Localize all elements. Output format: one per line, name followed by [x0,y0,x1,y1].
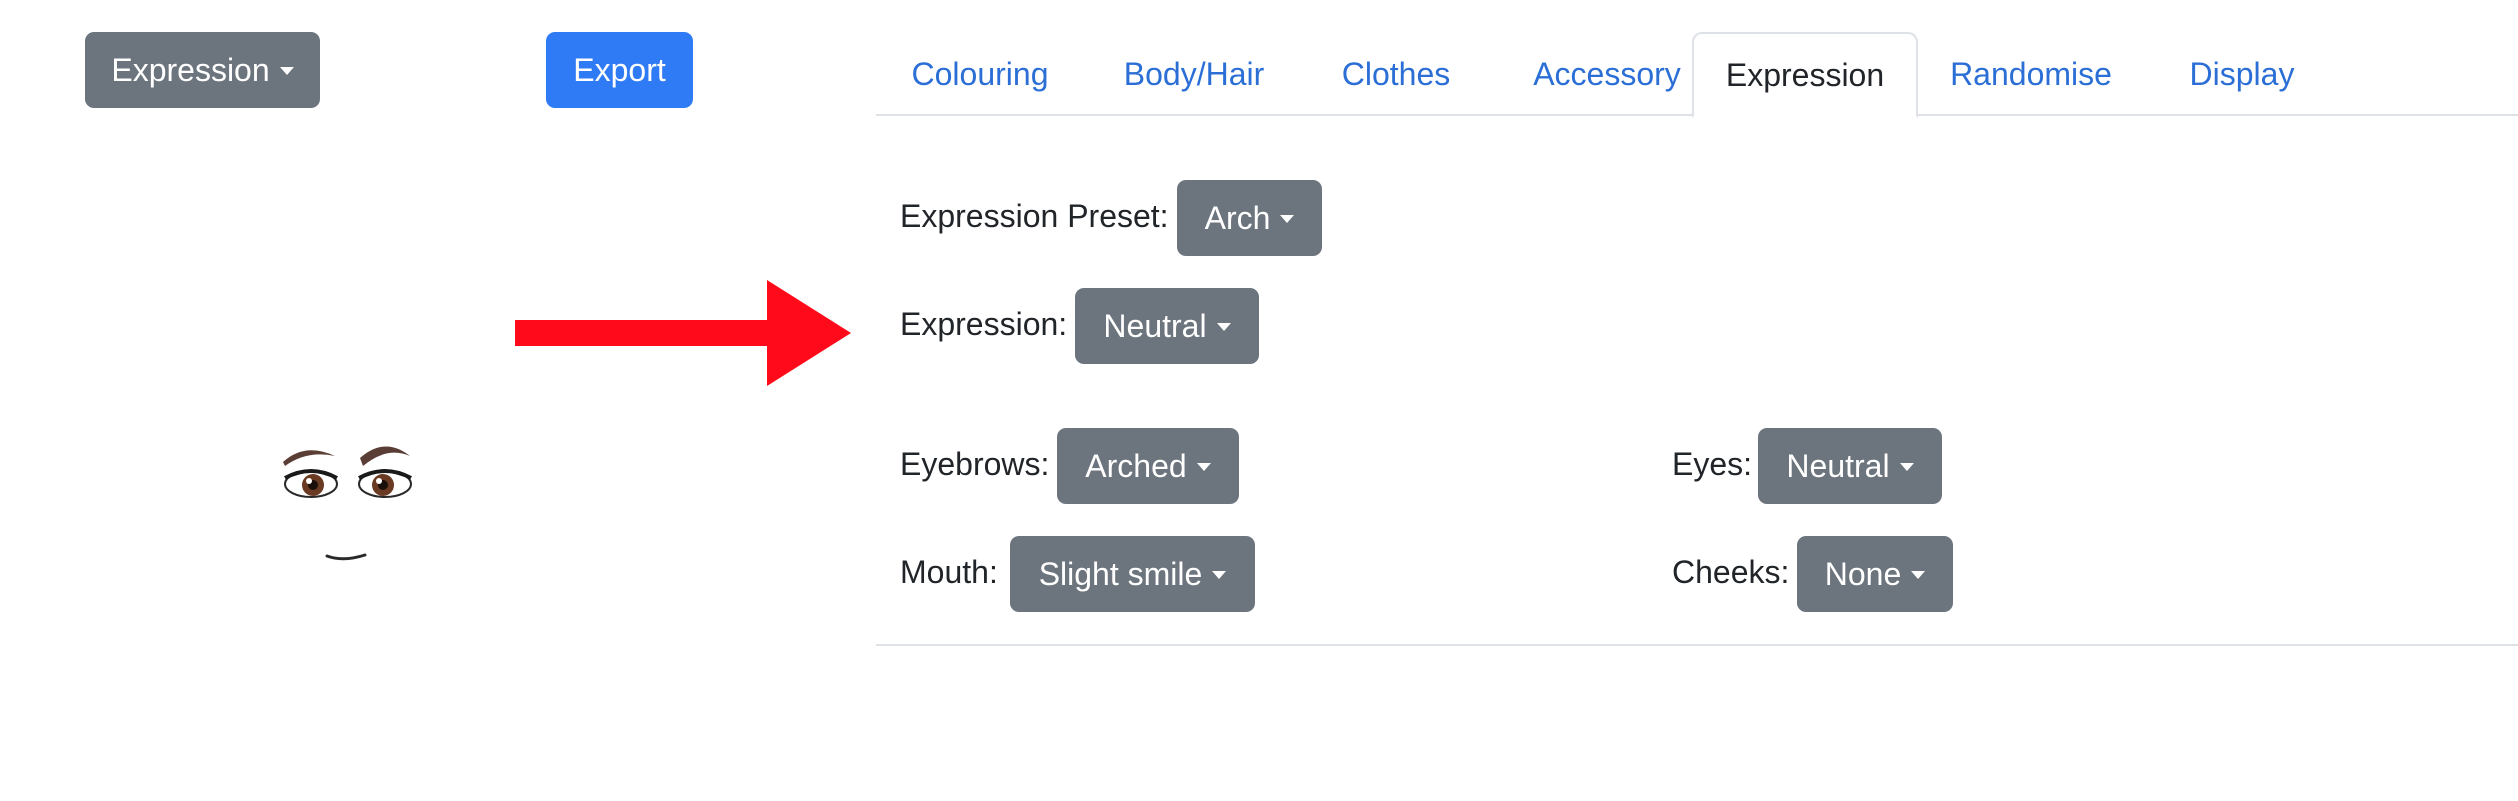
mouth [325,553,367,561]
tab-body-hair[interactable]: Body/Hair [1090,32,1298,116]
tab-display[interactable]: Display [2144,32,2340,116]
caret-down-icon [1899,463,1914,471]
editor-tabs: Colouring Body/Hair Clothes Accessory Ex… [876,32,2518,118]
view-dropdown-button[interactable]: Expression [85,32,320,108]
eyebrows-value: Arched [1085,447,1187,484]
tab-expression[interactable]: Expression [1692,32,1918,118]
eyes-label: Eyes: [1672,446,1753,482]
eyes-value: Neutral [1786,447,1890,484]
cheeks-value: None [1824,555,1902,592]
expression-preset-label: Expression Preset: [900,198,1169,234]
tab-label: Expression [1725,56,1885,93]
tab-randomise[interactable]: Randomise [1918,32,2144,116]
export-label: Export [573,51,666,88]
cheeks-label: Cheeks: [1672,554,1790,590]
avatar-editor-page: Expression Export Colouring Body/Hair Cl… [0,0,2518,801]
export-button[interactable]: Export [546,32,693,108]
expression-preset-value: Arch [1204,199,1271,236]
tab-accessory[interactable]: Accessory [1494,32,1720,116]
caret-down-icon [1216,323,1231,331]
left-eyebrow [283,450,335,466]
mouth-label: Mouth: [900,554,998,590]
right-eye [358,469,412,498]
tab-clothes[interactable]: Clothes [1298,32,1494,116]
left-eye [284,469,338,498]
expression-preset-dropdown[interactable]: Arch [1177,180,1322,256]
caret-down-icon [279,67,294,75]
tab-colouring[interactable]: Colouring [876,32,1084,116]
tab-label: Body/Hair [1123,55,1265,92]
eyebrows-label: Eyebrows: [900,446,1050,482]
tab-label: Colouring [911,55,1049,92]
expression-label: Expression: [900,306,1068,342]
mouth-dropdown[interactable]: Slight smile [1010,536,1255,612]
right-eyebrow [360,446,410,466]
caret-down-icon [1911,571,1926,579]
eyes-dropdown[interactable]: Neutral [1758,428,1942,504]
red-arrow-icon [515,280,851,386]
caret-down-icon [1196,463,1211,471]
eyebrows-dropdown[interactable]: Arched [1057,428,1239,504]
expression-value: Neutral [1103,307,1207,344]
avatar-face-preview [283,446,412,561]
tab-label: Clothes [1341,55,1451,92]
expression-dropdown[interactable]: Neutral [1075,288,1259,364]
mouth-value: Slight smile [1038,555,1203,592]
view-dropdown-label: Expression [111,51,270,88]
caret-down-icon [1280,215,1295,223]
cheeks-dropdown[interactable]: None [1797,536,1953,612]
tab-label: Randomise [1950,55,2112,92]
tab-label: Accessory [1533,55,1681,92]
tab-content-divider [876,644,2518,646]
caret-down-icon [1212,571,1227,579]
tab-label: Display [2189,55,2295,92]
